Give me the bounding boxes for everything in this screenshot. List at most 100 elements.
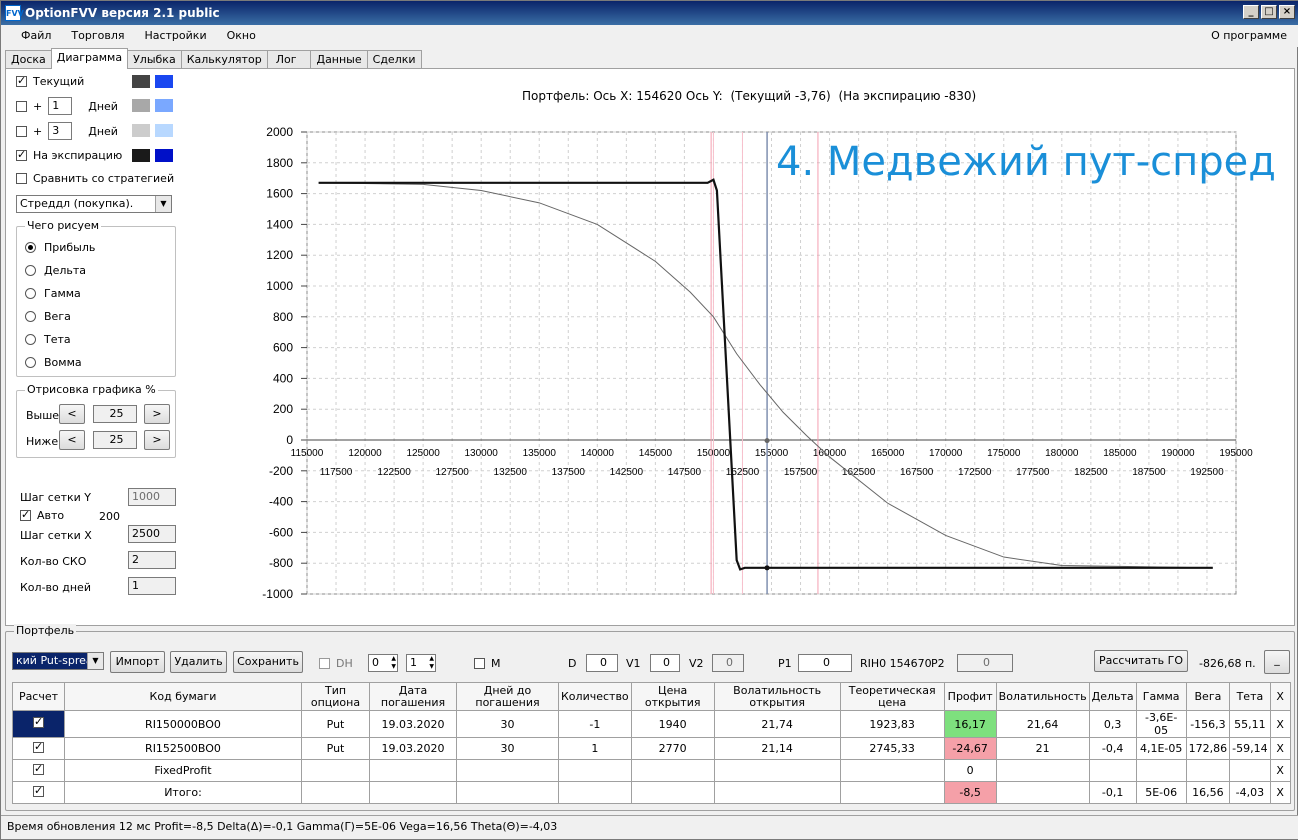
table-row[interactable]: RI152500BO0Put19.03.2020301277021,142745… [12,737,1291,760]
remove-row-button[interactable]: X [1269,759,1291,782]
col-vega[interactable]: Вега [1185,682,1231,711]
row-calc-cell[interactable] [12,759,65,782]
plus1-color-swatch[interactable] [132,99,150,112]
spin2-input[interactable]: 1 ▲ ▼ [406,654,436,672]
calc-go-button[interactable]: Рассчитать ГО [1094,650,1188,672]
row-calc-checkbox[interactable] [33,784,44,797]
close-button[interactable]: × [1279,5,1295,19]
p2-input[interactable]: 0 [957,654,1013,672]
tab-deals[interactable]: Сделки [366,50,422,68]
current-color-swatch[interactable] [132,75,150,88]
expiry-color-swatch-2[interactable] [155,149,173,162]
col-vol-open[interactable]: Волатильность открытия [713,682,841,711]
menu-settings[interactable]: Настройки [134,25,216,47]
auto-checkbox[interactable] [20,508,31,521]
tab-board[interactable]: Доска [5,50,52,68]
col-theta[interactable]: Тета [1229,682,1271,711]
col-profit[interactable]: Профит [943,682,997,711]
import-button[interactable]: Импорт [110,651,165,673]
radio-delta[interactable] [25,265,36,276]
above-decrease-button[interactable]: < [59,404,85,424]
col-date[interactable]: Дата погашения [369,682,457,711]
grid-y-input[interactable]: 1000 [128,488,176,506]
col-calc[interactable]: Расчет [12,682,65,711]
tab-log[interactable]: Лог [266,50,312,68]
col-gamma[interactable]: Гамма [1135,682,1187,711]
dh-checkbox[interactable] [319,658,330,669]
row-calc-checkbox[interactable] [33,762,44,775]
remove-row-button[interactable]: X [1269,737,1291,760]
collapse-button[interactable]: _ [1264,650,1290,674]
spin1-input[interactable]: 0 ▲ ▼ [368,654,398,672]
p1-input[interactable]: 0 [798,654,852,672]
col-qty[interactable]: Количество [558,682,632,711]
below-decrease-button[interactable]: < [59,430,85,450]
current-color-swatch-2[interactable] [155,75,173,88]
days-input[interactable]: 1 [128,577,176,595]
expiry-checkbox[interactable] [16,148,27,161]
plus3-days-input[interactable]: 3 [48,122,73,140]
plus3-color-swatch-2[interactable] [155,124,173,137]
col-theo[interactable]: Теоретическая цена [839,682,945,711]
radio-gamma[interactable] [25,288,36,299]
d-input[interactable]: 0 [586,654,618,672]
radio-vomma[interactable] [25,357,36,368]
menu-window[interactable]: Окно [217,25,266,47]
below-increase-button[interactable]: > [144,430,170,450]
chevron-down-icon[interactable]: ▼ [155,196,171,212]
plus1-checkbox[interactable] [16,100,27,112]
row-calc-cell[interactable] [12,781,65,804]
col-price[interactable]: Цена открытия [630,682,715,711]
v2-input[interactable]: 0 [712,654,744,672]
expiry-color-swatch[interactable] [132,149,150,162]
plus1-days-input[interactable]: 1 [48,97,73,115]
current-point [764,438,770,444]
col-delta[interactable]: Дельта [1088,682,1137,711]
maximize-button[interactable]: □ [1261,5,1277,19]
what-to-draw-group: Чего рисуем Прибыль Дельта Гамма Вега Те… [16,219,176,377]
compare-checkbox[interactable] [16,173,27,184]
menu-about[interactable]: О программе [1211,25,1287,47]
row-calc-cell[interactable] [12,737,65,760]
remove-row-button[interactable]: X [1269,781,1291,804]
col-days[interactable]: Дней до погашения [456,682,559,711]
tab-data[interactable]: Данные [310,50,368,68]
table-row[interactable]: RI150000BO0Put19.03.202030-1194021,74192… [12,710,1291,738]
col-type[interactable]: Тип опциона [301,682,370,711]
col-remove[interactable]: X [1269,682,1291,711]
tab-smile[interactable]: Улыбка [127,50,182,68]
row-calc-checkbox[interactable] [33,715,44,728]
plus1-color-swatch-2[interactable] [155,99,173,112]
plus3-checkbox[interactable] [16,125,27,137]
spin-arrows-icon[interactable]: ▲ ▼ [391,655,396,671]
radio-theta[interactable] [25,334,36,345]
remove-row-button[interactable]: X [1269,710,1291,738]
row-calc-cell[interactable] [12,710,65,738]
spin-arrows-icon[interactable]: ▲ ▼ [429,655,434,671]
tab-diagram[interactable]: Диаграмма [50,48,129,69]
row-calc-checkbox[interactable] [33,740,44,753]
above-increase-button[interactable]: > [144,404,170,424]
sko-input[interactable]: 2 [128,551,176,569]
col-vol[interactable]: Волатильность [995,682,1090,711]
minimize-button[interactable]: _ [1243,5,1259,19]
delete-button[interactable]: Удалить [170,651,227,673]
radio-profit[interactable] [25,242,36,253]
current-checkbox[interactable] [16,74,27,87]
plus3-color-swatch[interactable] [132,124,150,137]
save-button[interactable]: Сохранить [233,651,303,673]
chevron-down-icon[interactable]: ▼ [87,653,103,669]
grid-x-input[interactable]: 2500 [128,525,176,543]
profit-chart[interactable]: 2000180016001400120010008006004002000-20… [196,69,1294,625]
table-row[interactable]: FixedProfit 0 X [12,759,1291,782]
menu-file[interactable]: Файл [11,25,61,47]
m-checkbox[interactable] [474,658,485,669]
portfolio-select[interactable]: кий Put-spread ▼ [12,652,104,670]
col-code[interactable]: Код бумаги [64,682,302,711]
tab-calculator[interactable]: Калькулятор [180,50,268,68]
radio-vega[interactable] [25,311,36,322]
menu-trading[interactable]: Торговля [61,25,134,47]
v1-input[interactable]: 0 [650,654,680,672]
strategy-select[interactable]: Стреддл (покупка). ▼ [16,195,172,213]
table-row[interactable]: Итого: -8,5 -0,15E-0616,56-4,03X [12,781,1291,804]
